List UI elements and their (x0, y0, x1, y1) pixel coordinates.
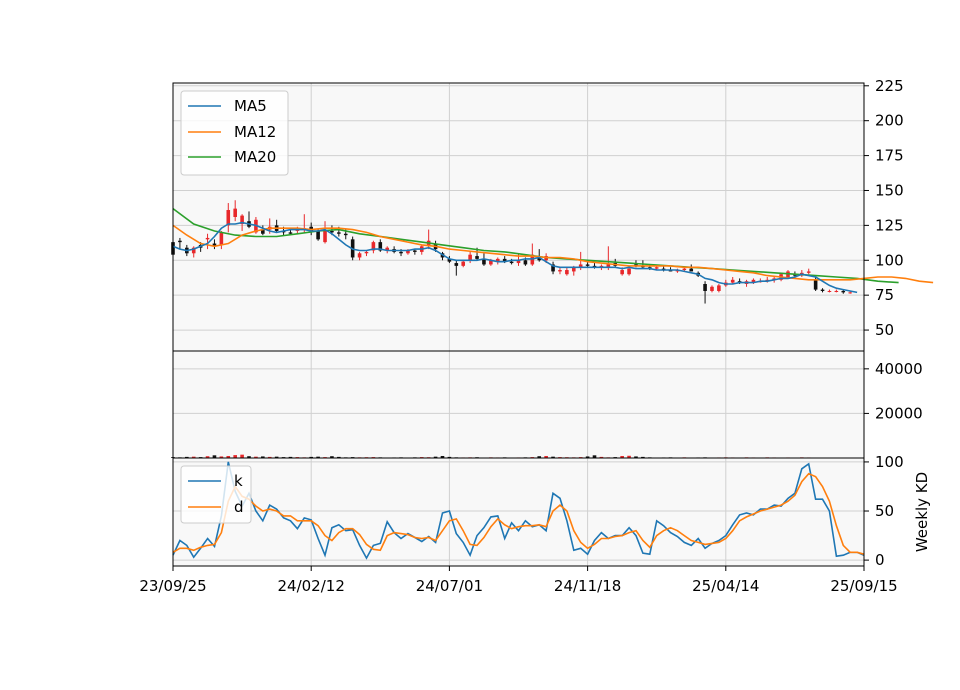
kd-y-tick-label: 100 (875, 453, 904, 471)
candle-body (399, 251, 403, 254)
legend-ma20-label: MA20 (234, 148, 276, 166)
candle-body (689, 268, 694, 272)
volume-panel-background (173, 351, 864, 458)
candle-body (827, 290, 832, 292)
candle-body (454, 263, 459, 266)
candle-body (337, 232, 341, 234)
candle-body (233, 208, 237, 217)
x-tick-label: 24/07/01 (416, 577, 483, 595)
kd-y-tick-label: 0 (875, 551, 885, 569)
candle-body (468, 254, 472, 261)
candle-body (523, 260, 528, 265)
x-tick-label: 25/04/14 (692, 577, 759, 595)
volume-bar (240, 454, 244, 458)
legend-k-label: k (234, 472, 243, 490)
candle-body (226, 210, 231, 226)
legend-ma5-label: MA5 (234, 97, 267, 115)
candle-body (710, 286, 714, 291)
price-y-tick-label: 100 (875, 251, 904, 269)
candle-body (627, 268, 631, 275)
kd-axis-label: Weekly KD (913, 472, 931, 552)
candle-body (205, 237, 210, 240)
legend-d-label: d (234, 498, 244, 516)
volume-y-tick-label: 40000 (875, 360, 923, 378)
candle-body (509, 261, 514, 264)
volume-y-tick-label: 20000 (875, 404, 923, 422)
price-legend: MA5 MA12 MA20 (180, 90, 289, 176)
price-y-tick-label: 225 (875, 77, 904, 95)
legend-ma12-label: MA12 (234, 123, 276, 141)
candle-body (288, 232, 293, 234)
candle-body (820, 289, 825, 291)
candle-body (219, 232, 224, 245)
price-y-tick-label: 125 (875, 216, 904, 234)
x-tick-label: 24/11/18 (554, 577, 621, 595)
candle-body (730, 279, 735, 283)
kd-y-tick-label: 50 (875, 502, 894, 520)
price-y-tick-label: 50 (875, 321, 894, 339)
candle-body (834, 290, 839, 292)
candle-body (654, 267, 659, 269)
candle-body (841, 290, 846, 293)
candle-body (475, 256, 479, 259)
price-y-tick-label: 200 (875, 112, 904, 130)
candle-body (565, 270, 569, 275)
x-tick-label: 25/09/15 (830, 577, 897, 595)
candle-body (364, 251, 369, 254)
candle-body (848, 292, 852, 294)
candle-body (558, 270, 562, 272)
price-y-tick-label: 75 (875, 286, 894, 304)
candle-body (585, 264, 590, 266)
x-tick-label: 23/09/25 (139, 577, 206, 595)
candle-body (717, 285, 721, 291)
candle-body (813, 279, 818, 290)
candle-body (178, 240, 182, 243)
candle-body (682, 268, 687, 271)
kd-legend: k d (180, 465, 252, 524)
candle-body (620, 270, 624, 275)
stock-chart-figure: 23/09/25 24/02/12 24/07/01 24/11/18 25/04/14… (139, 77, 934, 595)
price-y-tick-label: 150 (875, 181, 904, 199)
candle-body (323, 230, 327, 243)
candle-body (343, 233, 348, 236)
candle-body (461, 261, 466, 266)
candle-body (357, 253, 362, 258)
candle-body (316, 230, 320, 240)
price-y-tick-label: 175 (875, 147, 904, 165)
candle-body (703, 284, 707, 291)
candle-body (806, 271, 811, 273)
x-tick-label: 24/02/12 (278, 577, 345, 595)
candle-body (413, 250, 417, 252)
